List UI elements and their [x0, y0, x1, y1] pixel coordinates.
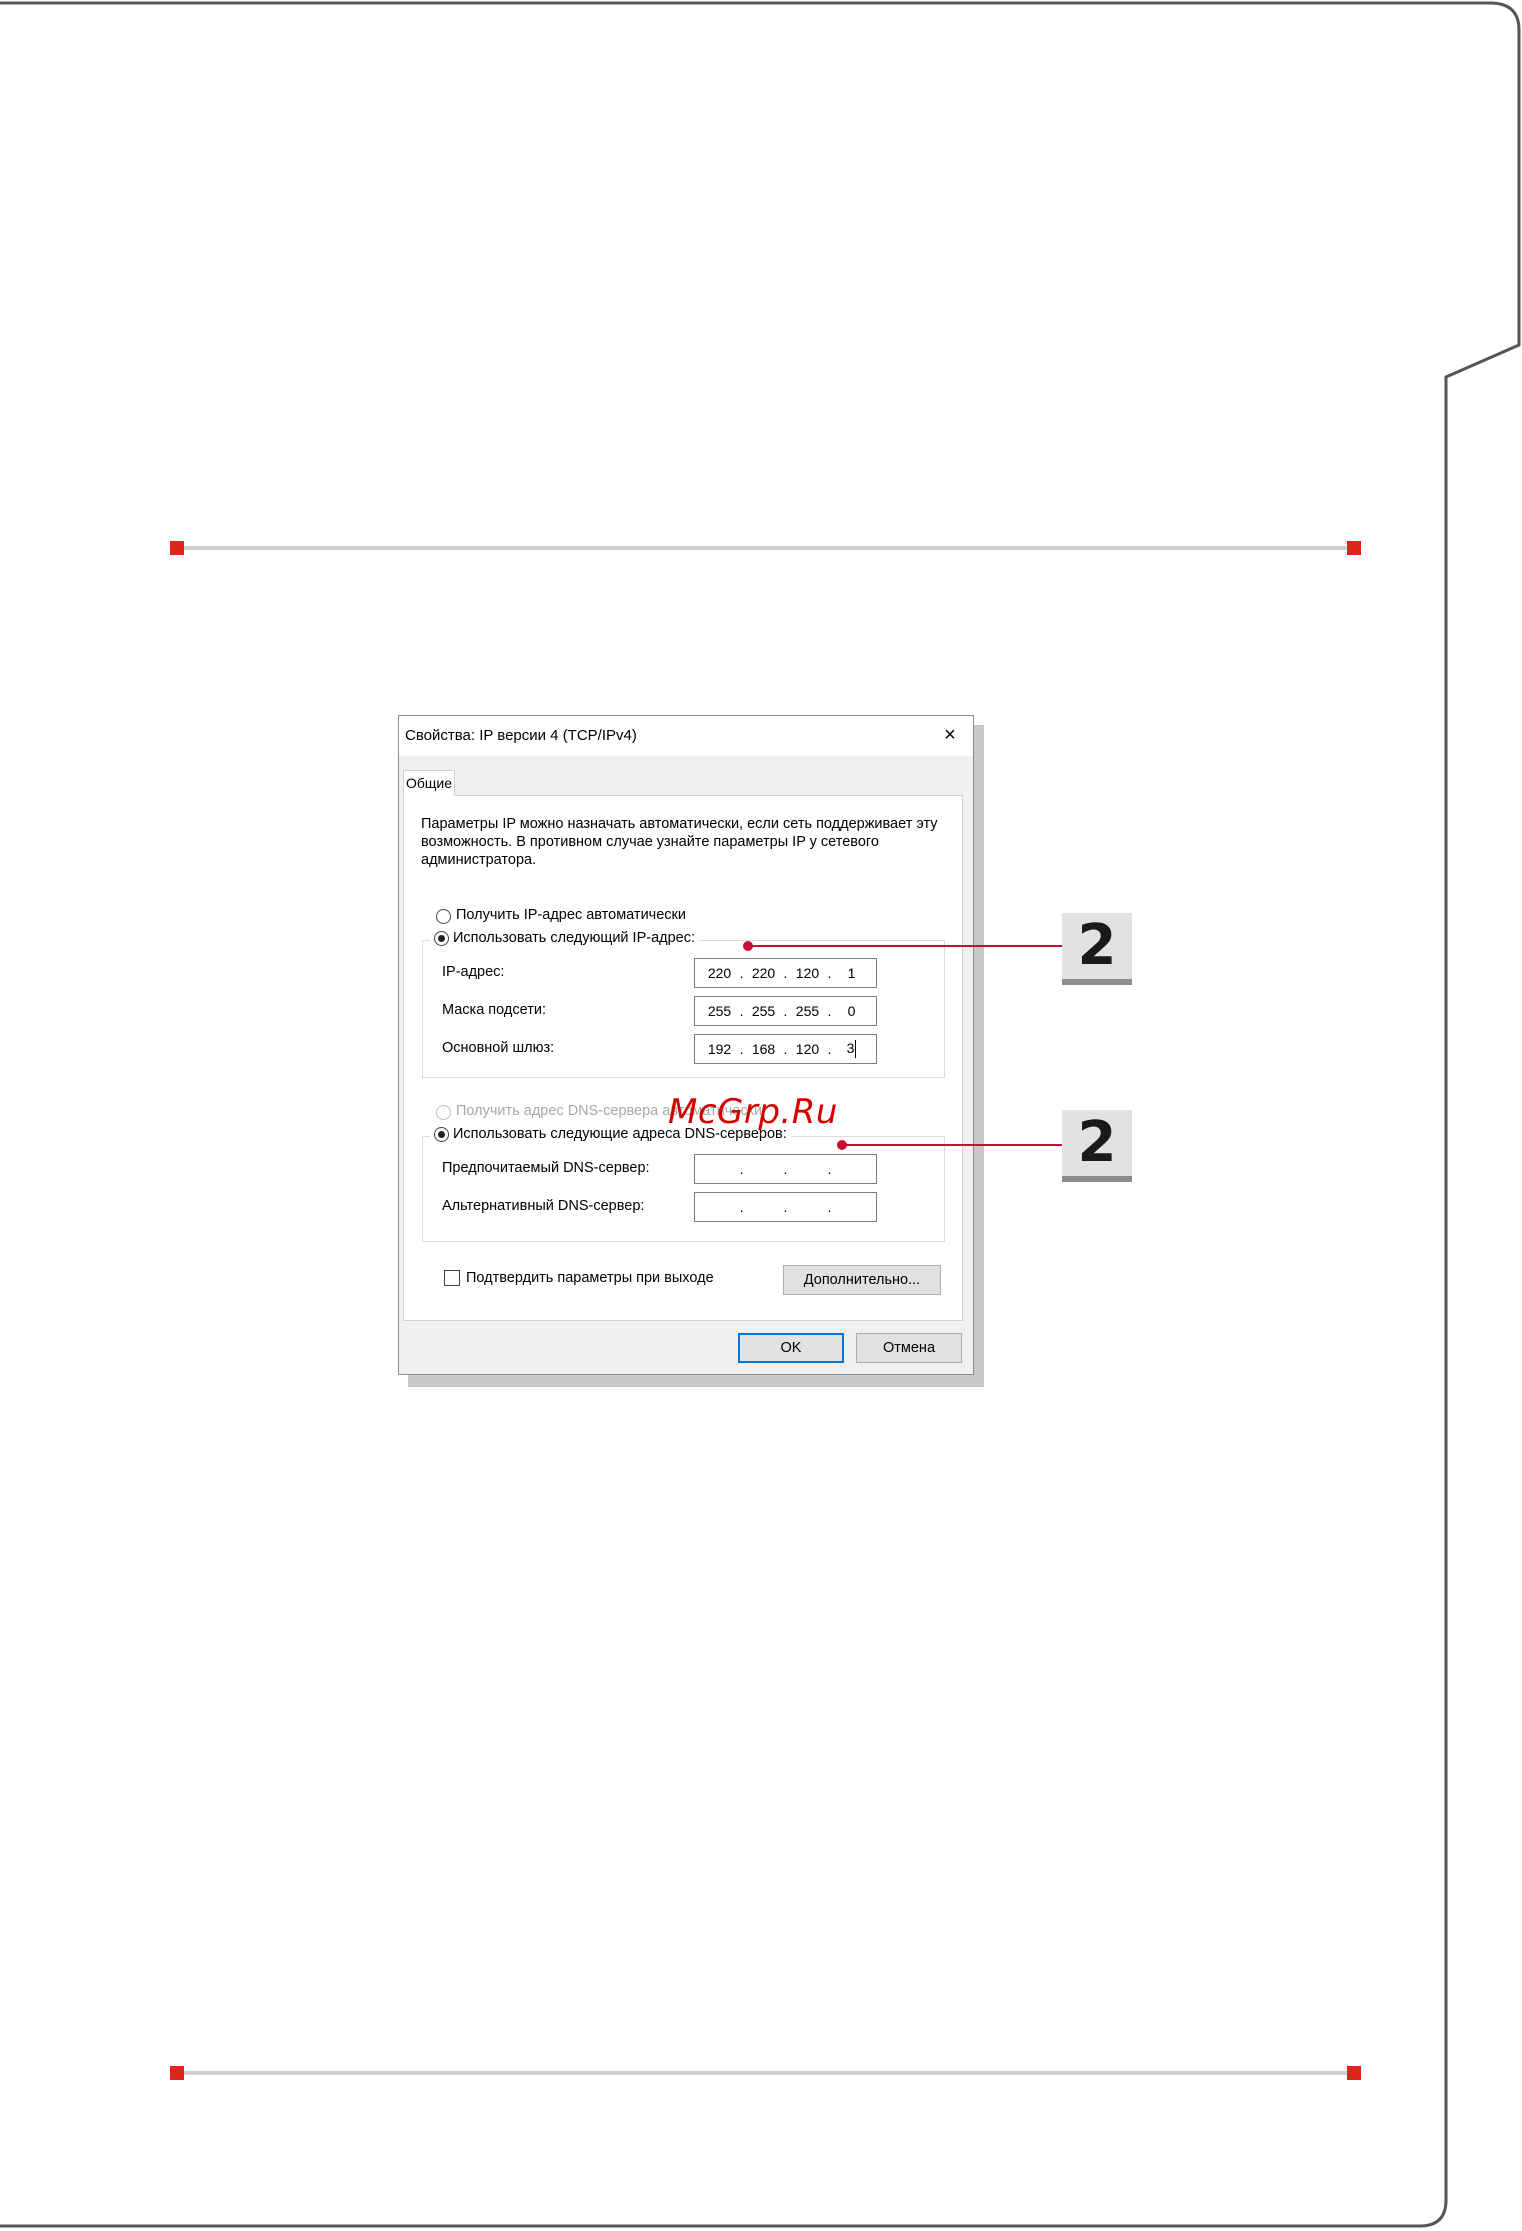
- callout-line: [844, 1144, 1062, 1146]
- dns-auto-radio[interactable]: [436, 1105, 451, 1120]
- close-icon[interactable]: ×: [935, 720, 965, 750]
- dns-preferred-input[interactable]: ...: [694, 1154, 877, 1184]
- cancel-button[interactable]: Отмена: [856, 1333, 962, 1363]
- ip-octet: 192: [707, 1041, 732, 1057]
- dns-alternate-input[interactable]: ...: [694, 1192, 877, 1222]
- dns-preferred-label: Предпочитаемый DNS-сервер:: [442, 1160, 650, 1176]
- ip-octet: 168: [751, 1041, 776, 1057]
- ok-button[interactable]: OK: [738, 1333, 844, 1363]
- gateway-label: Основной шлюз:: [442, 1040, 555, 1056]
- subnet-label: Маска подсети:: [442, 1002, 546, 1018]
- validate-checkbox[interactable]: [444, 1270, 460, 1286]
- ip-octet: 255: [751, 1003, 776, 1019]
- advanced-button[interactable]: Дополнительно...: [783, 1265, 941, 1295]
- watermark: McGrp.Ru: [668, 1092, 838, 1132]
- description-text: Параметры IP можно назначать автоматичес…: [421, 816, 938, 868]
- tab-general[interactable]: Общие: [403, 770, 455, 796]
- ip-manual-label: Использовать следующий IP-адрес:: [453, 930, 696, 946]
- ip-address-input[interactable]: 220. 220. 120. 1: [694, 958, 877, 988]
- text-caret: [855, 1040, 857, 1059]
- ip-octet: 255: [707, 1003, 732, 1019]
- validate-label: Подтвердить параметры при выходе: [466, 1270, 714, 1286]
- dns-manual-radio[interactable]: [434, 1126, 449, 1142]
- step-badge-ip: 2: [1062, 913, 1132, 985]
- ipv4-properties-dialog: Свойства: IP версии 4 (TCP/IPv4) × Общие…: [398, 715, 974, 1375]
- ip-octet: 120: [795, 1041, 820, 1057]
- ip-octet: 0: [847, 1003, 856, 1019]
- subnet-input[interactable]: 255. 255. 255. 0: [694, 996, 877, 1026]
- dns-groupbox: [422, 1136, 945, 1242]
- gateway-input[interactable]: 192. 168. 120. 3: [694, 1034, 877, 1064]
- ip-octet: 1: [847, 965, 856, 981]
- dns-alternate-label: Альтернативный DNS-сервер:: [442, 1198, 645, 1214]
- dialog-title: Свойства: IP версии 4 (TCP/IPv4): [405, 727, 637, 744]
- rule-marker: [170, 2066, 184, 2080]
- ip-octet: 3: [846, 1039, 855, 1056]
- ip-octet: 255: [795, 1003, 820, 1019]
- ip-manual-option[interactable]: Использовать следующий IP-адрес:: [430, 930, 700, 946]
- ip-address-label: IP-адрес:: [442, 964, 505, 980]
- ip-octet: 120: [795, 965, 820, 981]
- ip-auto-radio[interactable]: [436, 909, 451, 924]
- rule-marker: [170, 541, 184, 555]
- rule-marker: [1347, 541, 1361, 555]
- step-badge-dns: 2: [1062, 1110, 1132, 1182]
- callout-line: [750, 945, 1062, 947]
- tab-panel-general: Параметры IP можно назначать автоматичес…: [403, 795, 963, 1321]
- ip-manual-radio[interactable]: [434, 930, 449, 946]
- ip-octet: 220: [751, 965, 776, 981]
- ip-octet: 220: [707, 965, 732, 981]
- rule-marker: [1347, 2066, 1361, 2080]
- ip-auto-label: Получить IP-адрес автоматически: [456, 907, 686, 923]
- title-bar: Свойства: IP версии 4 (TCP/IPv4) ×: [399, 716, 973, 756]
